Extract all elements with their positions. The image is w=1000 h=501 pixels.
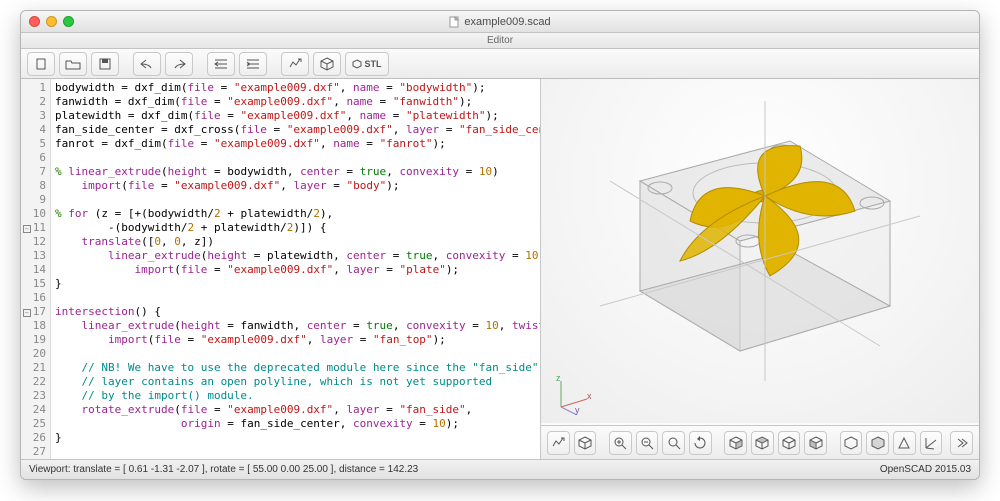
panel-title: Editor xyxy=(21,33,979,49)
preview-button[interactable] xyxy=(281,52,309,76)
view-top-button[interactable] xyxy=(751,431,774,455)
new-file-button[interactable] xyxy=(27,52,55,76)
unindent-button[interactable] xyxy=(207,52,235,76)
redo-button[interactable] xyxy=(165,52,193,76)
status-right: OpenSCAD 2015.03 xyxy=(880,464,971,475)
axis-y-label: y xyxy=(575,405,580,415)
view-back-button[interactable] xyxy=(866,431,889,455)
export-stl-button[interactable]: STL xyxy=(345,52,389,76)
indent-button[interactable] xyxy=(239,52,267,76)
axis-z-label: z xyxy=(556,373,561,383)
panel-title-text: Editor xyxy=(487,35,513,46)
status-left: Viewport: translate = [ 0.61 -1.31 -2.07… xyxy=(29,464,418,475)
undo-button[interactable] xyxy=(133,52,161,76)
view-bottom-button[interactable] xyxy=(778,431,801,455)
document-icon xyxy=(449,16,460,27)
zoom-fit-button[interactable] xyxy=(662,431,685,455)
show-axes-button[interactable] xyxy=(920,431,943,455)
view-left-button[interactable] xyxy=(804,431,827,455)
axis-x-label: x xyxy=(587,391,592,401)
stl-label: STL xyxy=(365,59,382,69)
view-front-button[interactable] xyxy=(840,431,863,455)
zoom-out-button[interactable] xyxy=(636,431,659,455)
line-gutter: 12345678910−111213141516−171819202122232… xyxy=(21,79,51,459)
close-window-button[interactable] xyxy=(29,16,40,27)
minimize-window-button[interactable] xyxy=(46,16,57,27)
render-button[interactable] xyxy=(313,52,341,76)
render-canvas[interactable] xyxy=(541,79,979,423)
main-body: 12345678910−111213141516−171819202122232… xyxy=(21,79,979,459)
window-controls xyxy=(29,16,74,27)
more-button[interactable] xyxy=(950,431,973,455)
open-file-button[interactable] xyxy=(59,52,87,76)
viewport-3d[interactable]: z x y xyxy=(541,79,979,459)
status-bar: Viewport: translate = [ 0.61 -1.31 -2.07… xyxy=(21,459,979,479)
titlebar: example009.scad xyxy=(21,11,979,33)
editor-toolbar: STL xyxy=(21,49,979,79)
zoom-in-button[interactable] xyxy=(609,431,632,455)
app-window: example009.scad Editor STL 12345678910−1… xyxy=(20,10,980,480)
axes-gizmo: z x y xyxy=(553,375,593,415)
zoom-window-button[interactable] xyxy=(63,16,74,27)
code-editor[interactable]: 12345678910−111213141516−171819202122232… xyxy=(21,79,541,459)
code-area[interactable]: bodywidth = dxf_dim(file = "example009.d… xyxy=(51,79,540,459)
perspective-button[interactable] xyxy=(893,431,916,455)
view-right-button[interactable] xyxy=(724,431,747,455)
vt-render-button[interactable] xyxy=(574,431,597,455)
window-title: example009.scad xyxy=(29,16,971,28)
model-icon xyxy=(580,101,940,401)
save-file-button[interactable] xyxy=(91,52,119,76)
viewer-toolbar xyxy=(541,425,979,459)
window-title-text: example009.scad xyxy=(464,16,550,28)
vt-preview-button[interactable] xyxy=(547,431,570,455)
reset-view-button[interactable] xyxy=(689,431,712,455)
